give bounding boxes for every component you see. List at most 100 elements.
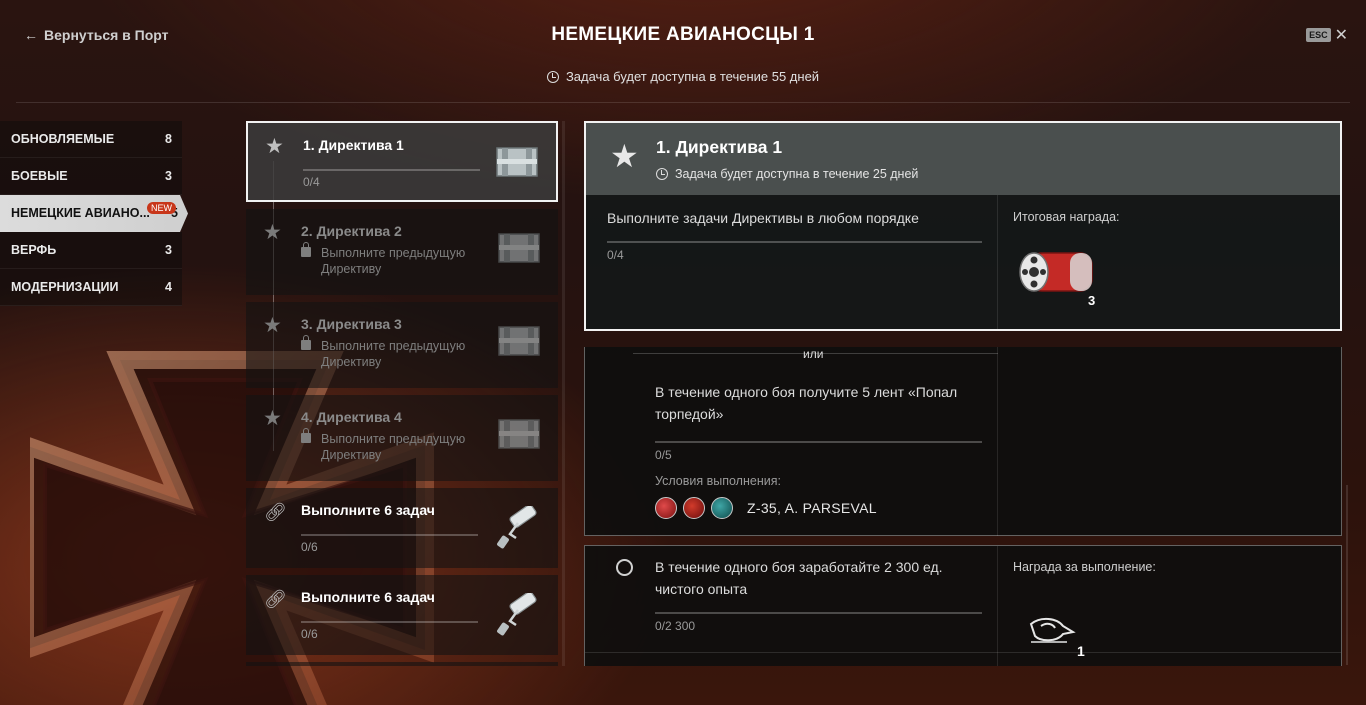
close-icon: ✕ (1334, 27, 1348, 44)
category-label: ВЕРФЬ (11, 243, 57, 257)
paint-roller-icon (497, 593, 537, 636)
directive-detail-body: Выполните задачи Директивы в любом поряд… (586, 195, 1340, 329)
lock-text: Выполните предыдущую Директиву (321, 339, 466, 369)
lock-icon (301, 242, 311, 257)
directive-card-3[interactable]: ★ 3. Директива 3 Выполните предыдущую Ди… (246, 302, 558, 388)
header-divider (16, 102, 1350, 103)
conditions-label: Условия выполнения: (655, 474, 781, 488)
chain-task-progress: 0/6 (301, 540, 318, 554)
detail-availability: Задача будет доступна в течение 25 дней (656, 167, 918, 181)
chain-task-card-partial[interactable] (246, 662, 558, 666)
subtask-panel-torpedo: или В течение одного боя получите 5 лент… (584, 347, 1342, 536)
lock-icon (301, 428, 311, 443)
directive-title: 3. Директива 3 (301, 316, 402, 332)
availability-text: Задача будет доступна в течение 55 дней (565, 69, 820, 84)
reward-count: 1 (1077, 643, 1085, 659)
supply-box-icon (498, 419, 540, 449)
star-icon: ★ (263, 314, 282, 337)
chain-task-title: Выполните 6 задач (301, 589, 435, 605)
completion-reward-label: Награда за выполнение: (1013, 560, 1156, 574)
link-icon: 🔗︎ (264, 502, 287, 522)
close-button[interactable]: ESC ✕ (1306, 25, 1348, 45)
category-label: БОЕВЫЕ (11, 169, 68, 183)
progress-bar (655, 612, 982, 614)
category-item-shipyard[interactable]: ВЕРФЬ 3 (0, 232, 182, 269)
category-item-renewable[interactable]: ОБНОВЛЯЕМЫЕ 8 (0, 121, 182, 158)
eagle-patch-icon[interactable] (1027, 612, 1077, 652)
subtask-progress: 0/2 300 (655, 619, 696, 633)
lock-notice: Выполните предыдущую Директиву (301, 335, 481, 370)
column-divider (997, 195, 998, 329)
row-divider (585, 652, 1341, 653)
page-title: НЕМЕЦКИЕ АВИАНОСЦЫ 1 (551, 24, 815, 45)
or-label: или (803, 347, 824, 361)
directive-title: 2. Директива 2 (301, 223, 402, 239)
directive-card-2[interactable]: ★ 2. Директива 2 Выполните предыдущую Ди… (246, 209, 558, 295)
task-status-radio[interactable] (616, 559, 633, 576)
column-divider (997, 347, 998, 536)
directive-progress: 0/4 (303, 175, 320, 189)
column-divider (997, 546, 998, 666)
category-item-german-carriers[interactable]: НЕМЕЦКИЕ АВИАНО... NEW 5 (0, 195, 188, 232)
star-icon: ★ (265, 135, 284, 158)
category-count: 8 (165, 132, 172, 146)
lock-notice: Выполните предыдущую Директиву (301, 242, 481, 277)
detail-scrollbar[interactable] (1346, 485, 1348, 665)
directive-card-4[interactable]: ★ 4. Директива 4 Выполните предыдущую Ди… (246, 395, 558, 481)
camouflage-can-icon[interactable] (1018, 247, 1100, 299)
new-badge: NEW (147, 202, 176, 214)
directive-title: 1. Директива 1 (303, 137, 404, 153)
category-count: 4 (165, 280, 172, 294)
category-item-upgrades[interactable]: МОДЕРНИЗАЦИИ 4 (0, 269, 182, 306)
lock-text: Выполните предыдущую Директиву (321, 432, 466, 462)
lock-icon (301, 335, 311, 350)
detail-availability-text: Задача будет доступна в течение 25 дней (675, 167, 919, 181)
link-icon: 🔗︎ (264, 589, 287, 609)
ship-class-carrier-icon (683, 497, 705, 519)
chain-task-card-1[interactable]: 🔗︎ Выполните 6 задач 0/6 (246, 488, 558, 568)
category-label: МОДЕРНИЗАЦИИ (11, 280, 119, 294)
chain-task-progress: 0/6 (301, 627, 318, 641)
detail-task-text: Выполните задачи Директивы в любом поряд… (607, 210, 919, 226)
directive-title: 4. Директива 4 (301, 409, 402, 425)
subtask-text: В течение одного боя заработайте 2 300 е… (655, 559, 943, 597)
star-icon: ★ (263, 407, 282, 430)
progress-bar (303, 169, 480, 171)
clock-icon (656, 168, 668, 180)
star-icon: ★ (610, 138, 639, 174)
lock-text: Выполните предыдущую Директиву (321, 246, 466, 276)
detail-progress: 0/4 (607, 248, 624, 262)
directive-card-1[interactable]: ★ 1. Директива 1 0/4 (246, 121, 558, 202)
subtask-progress: 0/5 (655, 448, 672, 462)
lock-notice: Выполните предыдущую Директиву (301, 428, 481, 463)
directive-list: ★ 1. Директива 1 0/4 ★ 2. Директива 2 Вы… (246, 121, 558, 666)
category-list: ОБНОВЛЯЕМЫЕ 8 БОЕВЫЕ 3 НЕМЕЦКИЕ АВИАНО..… (0, 121, 190, 306)
category-count: 3 (165, 243, 172, 257)
clock-icon (546, 70, 559, 83)
supply-box-icon (496, 147, 538, 177)
category-item-combat[interactable]: БОЕВЫЕ 3 (0, 158, 182, 195)
esc-key-badge: ESC (1306, 28, 1331, 42)
conditions-row: Z-35, A. PARSEVAL (655, 497, 877, 519)
chain-task-card-2[interactable]: 🔗︎ Выполните 6 задач 0/6 (246, 575, 558, 655)
progress-bar (301, 534, 478, 536)
category-label: НЕМЕЦКИЕ АВИАНО... (11, 206, 150, 220)
detail-title: 1. Директива 1 (656, 137, 783, 157)
directive-detail-header: ★ 1. Директива 1 Задача будет доступна в… (586, 123, 1340, 195)
reward-count: 3 (1088, 293, 1096, 308)
chain-task-title: Выполните 6 задач (301, 502, 435, 518)
directive-list-scrollbar[interactable] (562, 121, 565, 666)
nation-germany-icon (655, 497, 677, 519)
final-reward-label: Итоговая награда: (1013, 210, 1120, 224)
subtask-panel-xp: В течение одного боя заработайте 2 300 е… (584, 545, 1342, 666)
availability-notice: Задача будет доступна в течение 55 дней (0, 69, 1366, 84)
condition-ships: Z-35, A. PARSEVAL (747, 500, 877, 516)
progress-bar (607, 241, 982, 243)
star-icon: ★ (263, 221, 282, 244)
progress-bar (655, 441, 982, 443)
paint-roller-icon (497, 506, 537, 549)
ship-tier-icon (711, 497, 733, 519)
category-count: 3 (165, 169, 172, 183)
subtask-text: В течение одного боя получите 5 лент «По… (655, 384, 958, 422)
supply-box-icon (498, 233, 540, 263)
